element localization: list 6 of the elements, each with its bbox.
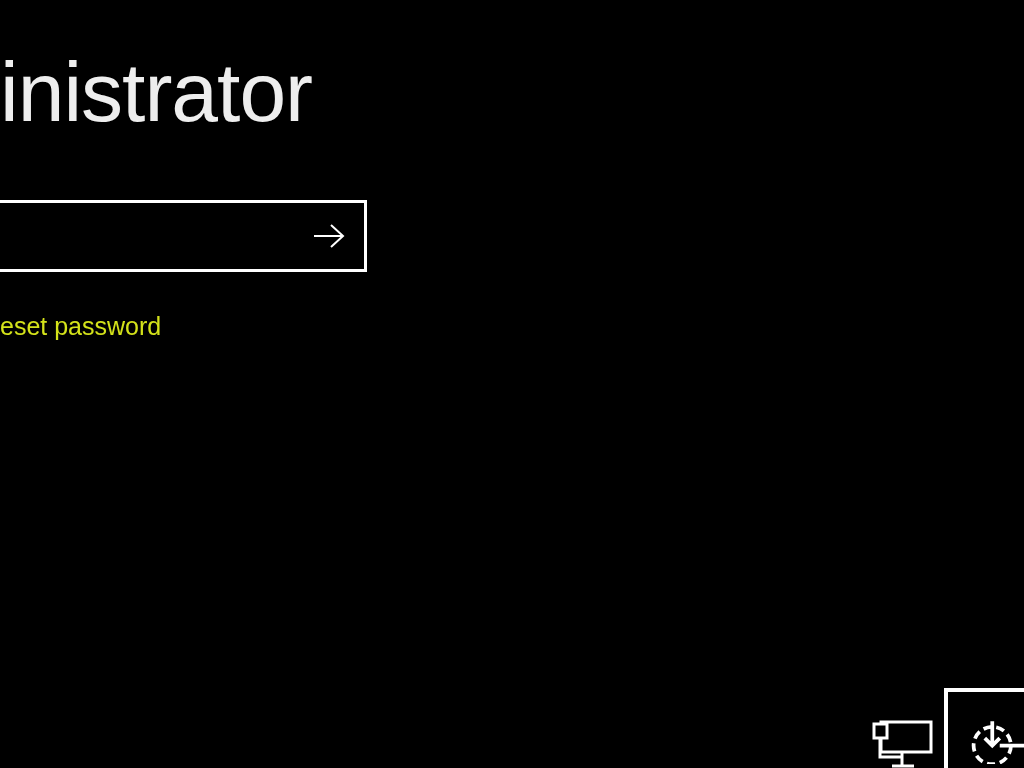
ease-of-access-button[interactable] bbox=[944, 688, 1024, 768]
password-field[interactable] bbox=[0, 200, 367, 272]
network-icon[interactable] bbox=[872, 720, 934, 768]
submit-arrow-icon[interactable] bbox=[312, 223, 346, 249]
reset-password-link[interactable]: eset password bbox=[0, 312, 162, 341]
user-name: inistrator bbox=[0, 44, 313, 140]
